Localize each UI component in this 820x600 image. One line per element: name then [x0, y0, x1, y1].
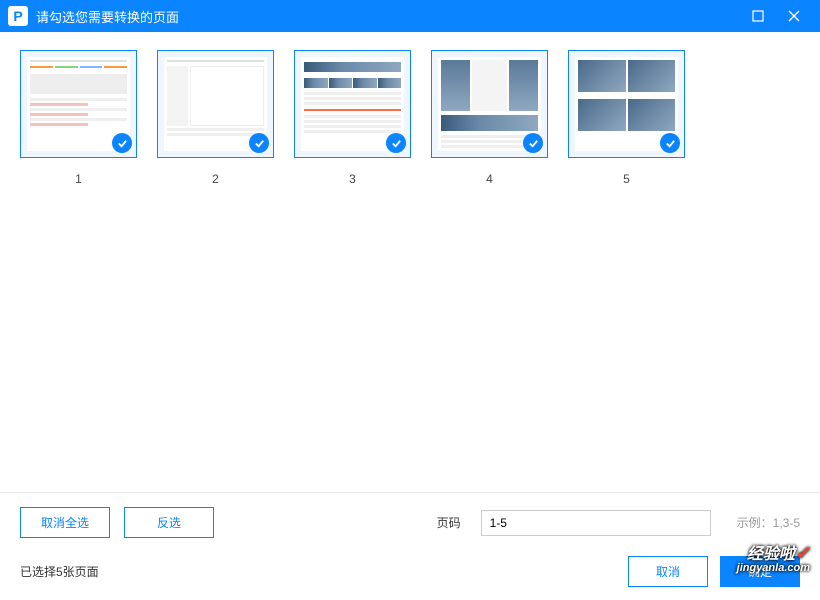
page-range-input[interactable]: [481, 510, 711, 536]
page-range-example: 示例：1,3-5: [737, 514, 800, 531]
thumbnail-area: 1 2: [0, 32, 820, 492]
thumbnail-number: 2: [212, 172, 219, 186]
thumbnail-number: 3: [349, 172, 356, 186]
check-icon: [249, 133, 269, 153]
thumbnail-grid: 1 2: [20, 50, 800, 186]
footer-controls-row: 取消全选 反选 页码 示例：1,3-5: [20, 507, 800, 538]
page-range-label: 页码: [437, 514, 461, 531]
thumbnail-5[interactable]: [568, 50, 685, 158]
selected-count-text: 已选择5张页面: [20, 563, 628, 580]
check-icon: [660, 133, 680, 153]
check-icon: [386, 133, 406, 153]
maximize-button[interactable]: [740, 0, 776, 32]
app-icon: P: [8, 6, 28, 26]
deselect-all-button[interactable]: 取消全选: [20, 507, 110, 538]
footer: 取消全选 反选 页码 示例：1,3-5 已选择5张页面 取消 确定: [0, 492, 820, 600]
confirm-button[interactable]: 确定: [720, 556, 800, 587]
check-icon: [112, 133, 132, 153]
thumbnail-3[interactable]: [294, 50, 411, 158]
thumbnail-number: 4: [486, 172, 493, 186]
thumbnail-number: 5: [623, 172, 630, 186]
thumbnail-1[interactable]: [20, 50, 137, 158]
thumbnail-item: 4: [431, 50, 548, 186]
thumbnail-2[interactable]: [157, 50, 274, 158]
check-icon: [523, 133, 543, 153]
invert-selection-button[interactable]: 反选: [124, 507, 214, 538]
cancel-button[interactable]: 取消: [628, 556, 708, 587]
thumbnail-number: 1: [75, 172, 82, 186]
window-title: 请勾选您需要转换的页面: [36, 7, 740, 26]
thumbnail-item: 1: [20, 50, 137, 186]
titlebar: P 请勾选您需要转换的页面: [0, 0, 820, 32]
thumbnail-4[interactable]: [431, 50, 548, 158]
thumbnail-item: 3: [294, 50, 411, 186]
close-button[interactable]: [776, 0, 812, 32]
thumbnail-item: 5: [568, 50, 685, 186]
thumbnail-item: 2: [157, 50, 274, 186]
footer-actions-row: 已选择5张页面 取消 确定: [20, 556, 800, 587]
